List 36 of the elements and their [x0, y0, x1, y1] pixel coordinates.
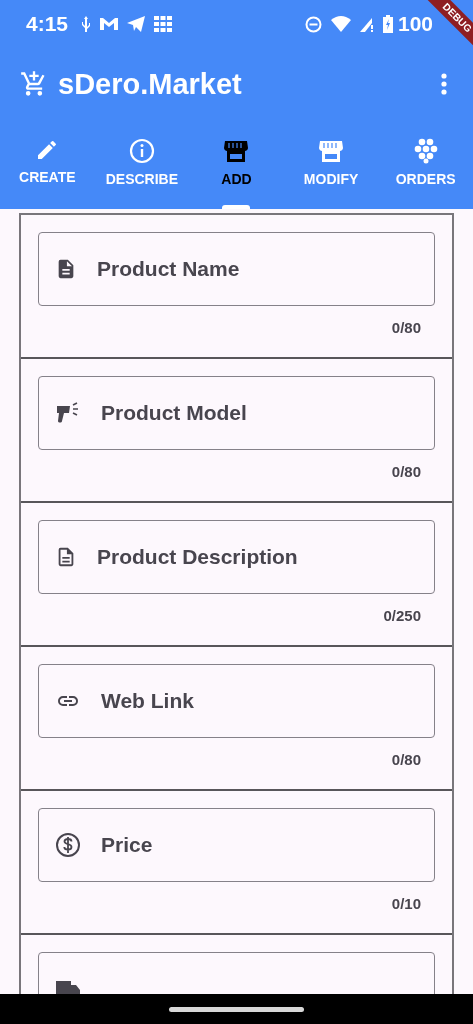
- store-icon: [318, 138, 345, 164]
- grid-icon: [154, 16, 173, 32]
- hexagons-icon: [412, 138, 439, 164]
- home-handle[interactable]: [169, 1006, 304, 1012]
- field-label: Price: [101, 833, 153, 857]
- character-counter: 0/80: [391, 463, 421, 480]
- tab-indicator: [222, 205, 251, 209]
- text-field[interactable]: Product Description: [38, 520, 435, 594]
- field-label: Product Model: [101, 401, 247, 425]
- dollar-icon: [55, 832, 81, 858]
- text-field[interactable]: Web Link: [38, 664, 435, 738]
- battery-icon: [382, 15, 393, 33]
- mail-icon: [100, 17, 119, 31]
- do-not-disturb-icon: [304, 15, 322, 33]
- character-counter: 0/250: [383, 607, 421, 624]
- usb-icon: [81, 16, 92, 32]
- character-counter: 0/10: [391, 895, 421, 912]
- status-time: 4:15: [26, 12, 69, 36]
- signal-icon: [359, 16, 374, 32]
- text-field[interactable]: Product Name: [38, 232, 435, 306]
- app-title: sDero.Market: [58, 67, 242, 101]
- field-label: Product Description: [97, 545, 298, 569]
- send-icon: [127, 16, 146, 32]
- text-field[interactable]: Product Model: [38, 376, 435, 450]
- wifi-icon: [330, 16, 351, 32]
- store-icon: [223, 138, 250, 164]
- field-label: Product Name: [97, 257, 240, 281]
- info-icon: [128, 138, 155, 164]
- battery-level: 100: [397, 12, 433, 36]
- tab[interactable]: ADD: [189, 120, 284, 209]
- more-menu-icon[interactable]: [441, 73, 447, 95]
- text-field[interactable]: Price: [38, 808, 435, 882]
- character-counter: 0/80: [391, 319, 421, 336]
- scanner-icon: [55, 401, 81, 425]
- character-counter: 0/80: [391, 751, 421, 768]
- field-label: Web Link: [101, 689, 194, 713]
